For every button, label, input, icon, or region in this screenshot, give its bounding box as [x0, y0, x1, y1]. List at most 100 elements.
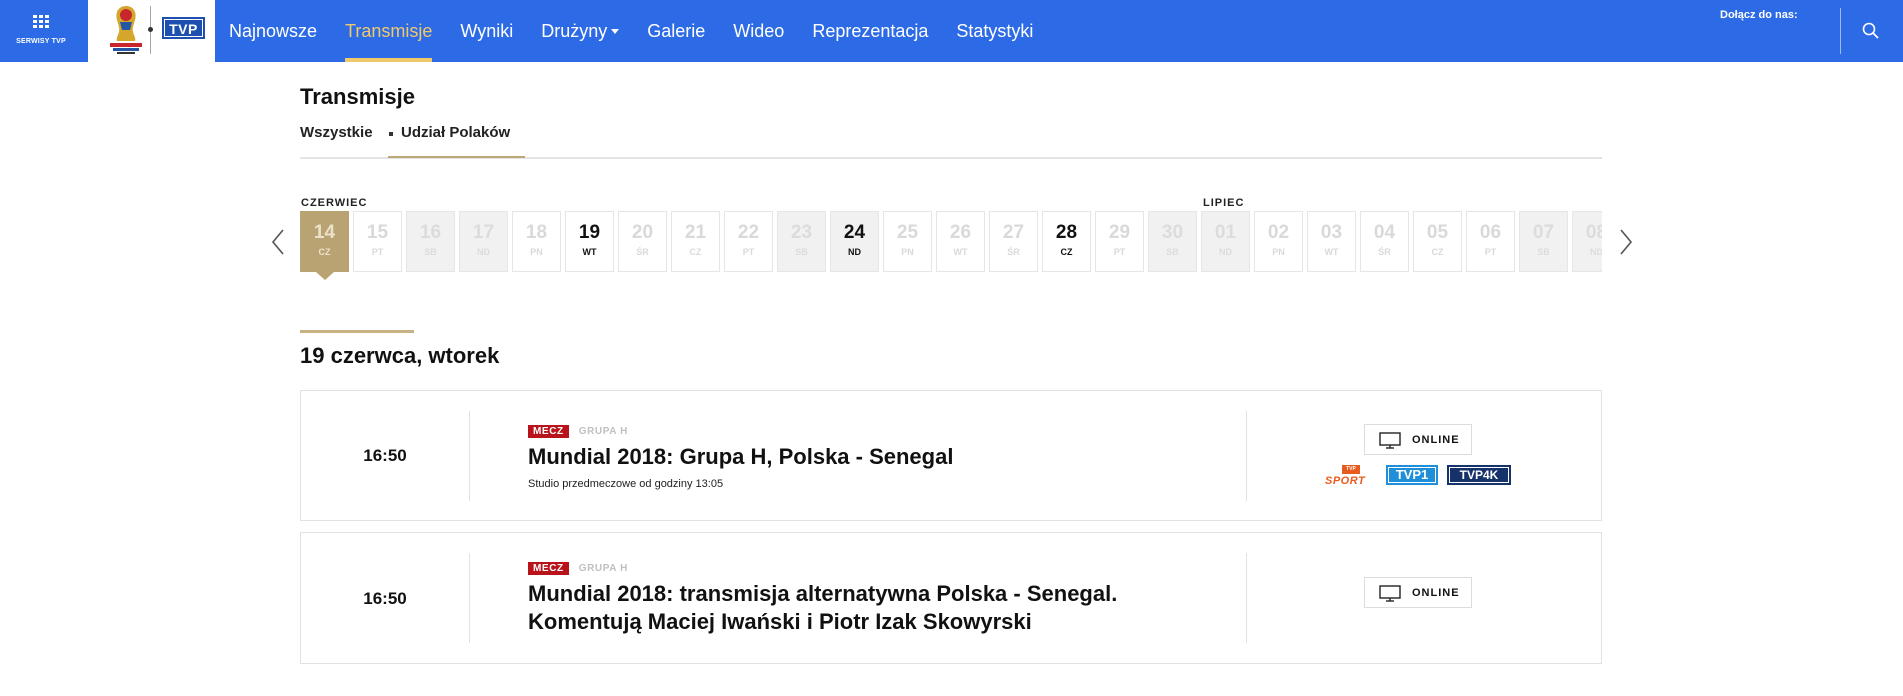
- online-button[interactable]: ONLINE: [1364, 577, 1472, 608]
- online-label: ONLINE: [1412, 587, 1460, 599]
- date-number: 04: [1373, 222, 1396, 243]
- date-weekday: PT: [742, 247, 755, 257]
- broadcast-card[interactable]: 16:50 MECZ GRUPA H Mundial 2018: transmis…: [300, 532, 1602, 664]
- online-button[interactable]: ONLINE: [1364, 424, 1472, 455]
- date-tile[interactable]: 19 WT: [565, 211, 614, 272]
- date-weekday: ND: [1590, 247, 1602, 257]
- join-us-label: Dołącz do nas:: [1720, 9, 1798, 21]
- date-weekday: PN: [1272, 247, 1285, 257]
- channel-tvp4k[interactable]: TVP4K: [1447, 465, 1511, 485]
- date-tile[interactable]: 18 PN: [512, 211, 561, 272]
- day-heading-accent: [300, 330, 414, 333]
- menu-item-wideo[interactable]: Wideo: [719, 0, 798, 62]
- world-cup-logo: [106, 4, 146, 56]
- date-weekday: ND: [1219, 247, 1232, 257]
- date-tile[interactable]: 24 ND: [830, 211, 879, 272]
- date-tile[interactable]: 01 ND: [1201, 211, 1250, 272]
- date-tile[interactable]: 30 SB: [1148, 211, 1197, 272]
- date-number: 23: [790, 222, 813, 243]
- date-weekday: SB: [795, 247, 808, 257]
- date-weekday: ŚR: [1378, 247, 1391, 257]
- next-dates-button[interactable]: [1614, 226, 1636, 258]
- menu-item-statystyki[interactable]: Statystyki: [942, 0, 1047, 62]
- date-weekday: CZ: [318, 247, 331, 257]
- active-filter-underline: [388, 156, 525, 158]
- channel-tvp-sport[interactable]: TVP SPORT: [1323, 465, 1379, 489]
- prev-dates-button[interactable]: [268, 226, 290, 258]
- broadcast-subtitle: Studio przedmeczowe od godziny 13:05: [528, 478, 724, 490]
- date-number: 22: [737, 222, 760, 243]
- date-weekday: PN: [901, 247, 914, 257]
- search-button[interactable]: [1860, 20, 1882, 42]
- date-weekday: PT: [1484, 247, 1497, 257]
- date-weekday: PT: [1113, 247, 1126, 257]
- chevron-left-icon: [271, 229, 284, 255]
- broadcast-title[interactable]: Mundial 2018: transmisja alternatywna Po…: [528, 580, 1218, 636]
- date-tile[interactable]: 27 ŚR: [989, 211, 1038, 272]
- date-number: 25: [896, 222, 919, 243]
- date-tile[interactable]: 14 CZ: [300, 211, 349, 272]
- date-tile[interactable]: 06 PT: [1466, 211, 1515, 272]
- logo-area[interactable]: TVP: [88, 0, 215, 62]
- date-tile[interactable]: 08 ND: [1572, 211, 1602, 272]
- filter-tabs: Wszystkie Udział Polaków: [300, 121, 1602, 159]
- tvp-logo: TVP: [162, 17, 205, 39]
- date-number: 24: [843, 222, 866, 243]
- date-number: 30: [1161, 222, 1184, 243]
- tv-icon: [1379, 585, 1401, 602]
- menu-item-galerie[interactable]: Galerie: [633, 0, 719, 62]
- date-tile[interactable]: 04 ŚR: [1360, 211, 1409, 272]
- filter-tab-polish[interactable]: Udział Polaków: [389, 124, 510, 141]
- date-tile[interactable]: 29 PT: [1095, 211, 1144, 272]
- date-weekday: WT: [953, 247, 968, 257]
- date-tile[interactable]: 22 PT: [724, 211, 773, 272]
- date-tile[interactable]: 25 PN: [883, 211, 932, 272]
- date-tile[interactable]: 26 WT: [936, 211, 985, 272]
- services-label: SERWISY TVP: [16, 38, 66, 45]
- broadcast-card[interactable]: 16:50 MECZ GRUPA H Mundial 2018: Grupa H,…: [300, 390, 1602, 521]
- page-title: Transmisje: [300, 84, 415, 109]
- bullet-icon: [389, 132, 393, 136]
- filter-tab-all[interactable]: Wszystkie: [300, 124, 373, 141]
- date-tile[interactable]: 16 SB: [406, 211, 455, 272]
- menu-item-transmisje[interactable]: Transmisje: [331, 0, 446, 62]
- date-tile[interactable]: 23 SB: [777, 211, 826, 272]
- broadcast-title[interactable]: Mundial 2018: Grupa H, Polska - Senegal: [528, 443, 1218, 471]
- grid-icon: [33, 15, 49, 29]
- chevron-right-icon: [1620, 229, 1633, 255]
- menu-item-najnowsze[interactable]: Najnowsze: [215, 0, 331, 62]
- card-divider: [469, 411, 470, 501]
- menu-item-reprezentacja[interactable]: Reprezentacja: [798, 0, 942, 62]
- date-weekday: SB: [1537, 247, 1550, 257]
- date-tile[interactable]: 03 WT: [1307, 211, 1356, 272]
- date-tile[interactable]: 17 ND: [459, 211, 508, 272]
- date-tile[interactable]: 21 CZ: [671, 211, 720, 272]
- menu-item-druzyny[interactable]: Drużyny: [527, 0, 633, 62]
- date-number: 08: [1585, 222, 1602, 243]
- date-tile[interactable]: 15 PT: [353, 211, 402, 272]
- date-weekday: SB: [1166, 247, 1179, 257]
- month-label-june: CZERWIEC: [301, 197, 368, 209]
- online-label: ONLINE: [1412, 434, 1460, 446]
- date-tile[interactable]: 20 ŚR: [618, 211, 667, 272]
- date-tile[interactable]: 05 CZ: [1413, 211, 1462, 272]
- date-tile[interactable]: 28 CZ: [1042, 211, 1091, 272]
- nav-divider: [1840, 8, 1841, 54]
- menu-item-wyniki[interactable]: Wyniki: [446, 0, 527, 62]
- match-badge: MECZ: [528, 562, 569, 575]
- date-weekday: ND: [848, 247, 861, 257]
- services-menu-button[interactable]: SERWISY TVP: [0, 0, 88, 62]
- date-number: 19: [578, 222, 601, 243]
- date-weekday: PN: [530, 247, 543, 257]
- card-divider: [469, 553, 470, 643]
- date-tile[interactable]: 07 SB: [1519, 211, 1568, 272]
- broadcast-meta: MECZ GRUPA H: [528, 425, 628, 439]
- day-heading: 19 czerwca, wtorek: [300, 343, 500, 368]
- date-tile[interactable]: 02 PN: [1254, 211, 1303, 272]
- logo-dot: [148, 27, 153, 32]
- selected-date-pointer: [316, 272, 334, 280]
- date-number: 06: [1479, 222, 1502, 243]
- date-number: 03: [1320, 222, 1343, 243]
- channel-tvp1[interactable]: TVP1: [1386, 465, 1438, 485]
- date-number: 14: [313, 222, 336, 243]
